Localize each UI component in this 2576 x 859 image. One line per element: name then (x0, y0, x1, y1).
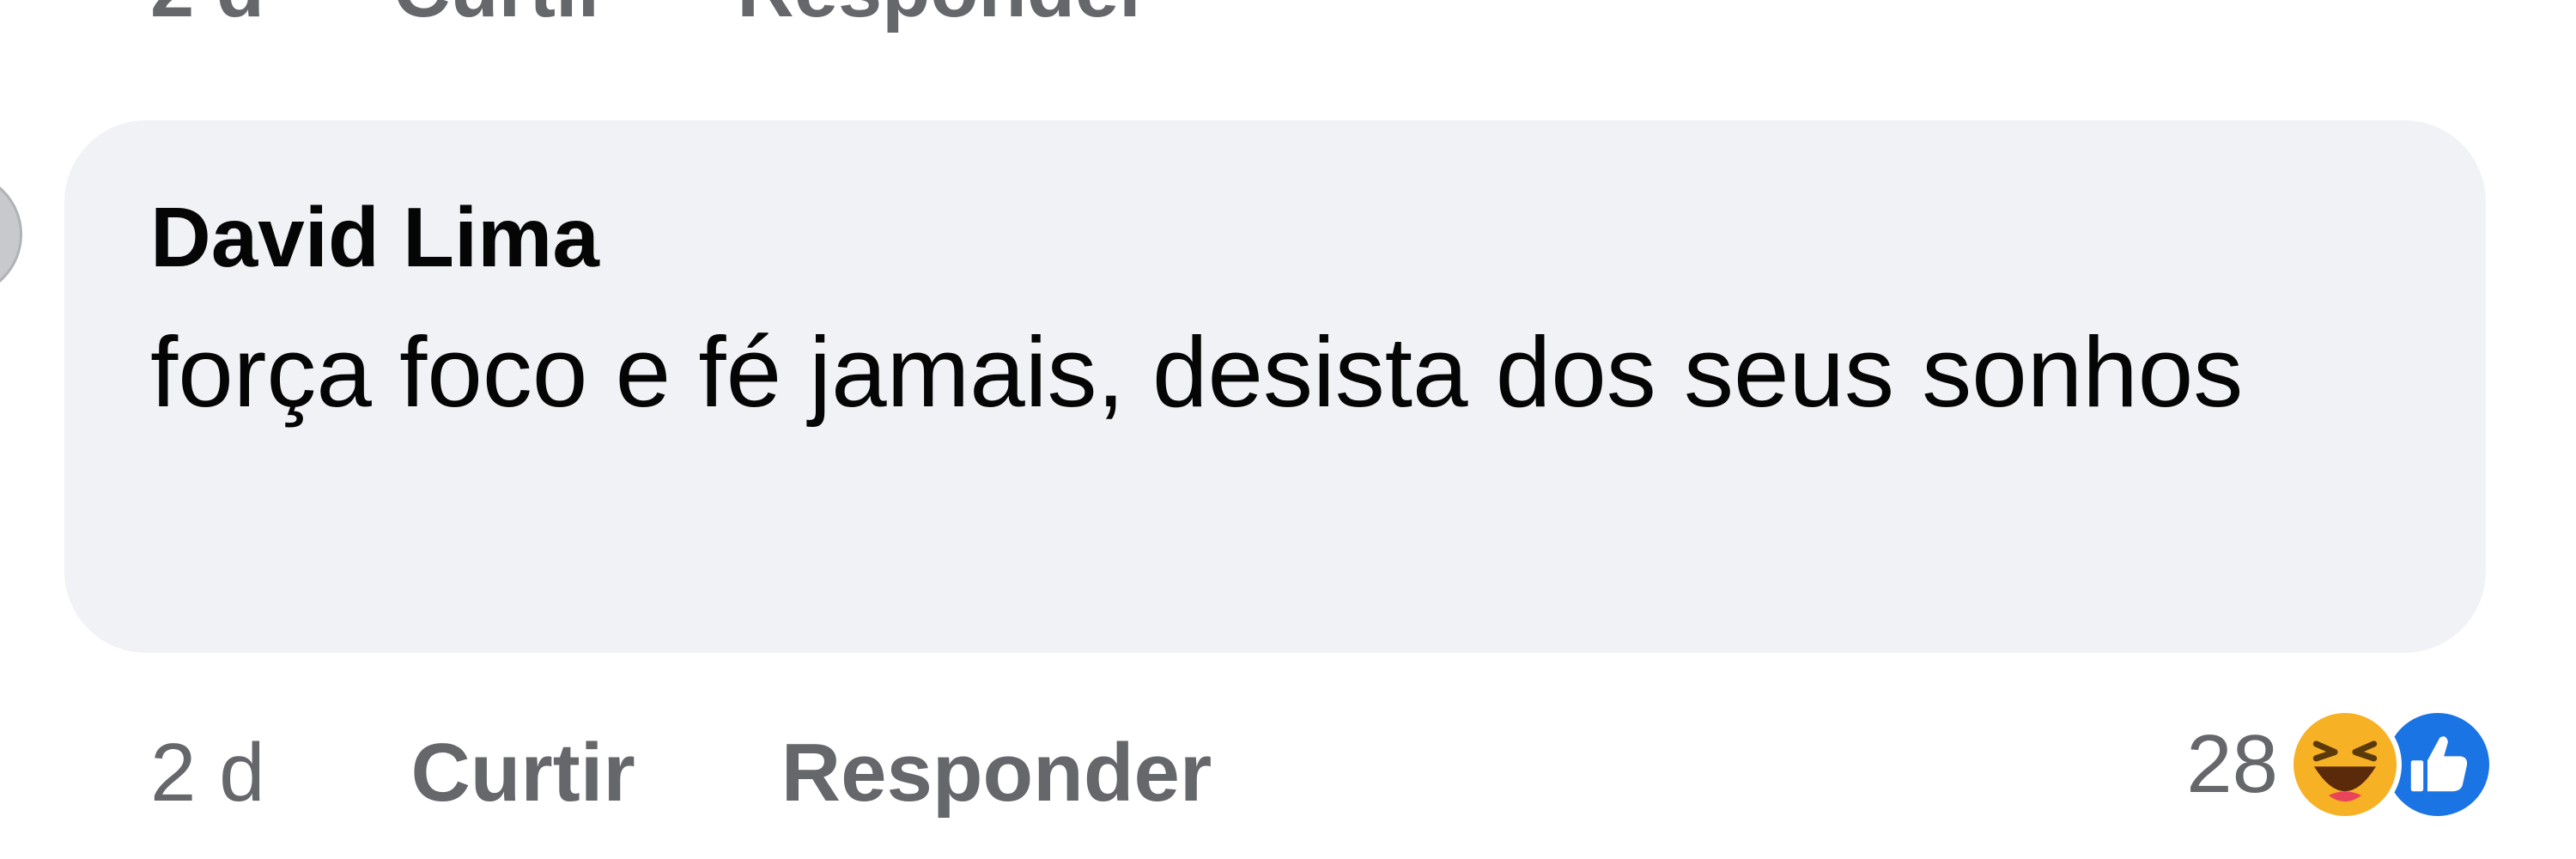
comment-actions: 2 d Curtir Responder (150, 722, 1358, 825)
comment-thread: 2 d Curtir Responder David Lima força fo… (0, 0, 2576, 859)
previous-like-link[interactable]: Curtir (393, 0, 608, 35)
reactions-summary[interactable]: 28 (2186, 708, 2494, 821)
avatar[interactable] (0, 172, 22, 297)
comment-bubble: David Lima força foco e fé jamais, desis… (64, 120, 2486, 653)
reaction-count: 28 (2186, 718, 2278, 810)
previous-comment-actions: 2 d Curtir Responder (150, 0, 1279, 34)
like-button[interactable]: Curtir (410, 726, 635, 820)
previous-reply-link[interactable]: Responder (737, 0, 1150, 35)
comment-author[interactable]: David Lima (150, 186, 2400, 289)
comment-text: força foco e fé jamais, desista dos seus… (150, 316, 2244, 428)
previous-time: 2 d (150, 0, 264, 35)
reply-button[interactable]: Responder (781, 726, 1212, 820)
haha-icon (2288, 708, 2402, 821)
comment-timestamp[interactable]: 2 d (150, 726, 264, 820)
